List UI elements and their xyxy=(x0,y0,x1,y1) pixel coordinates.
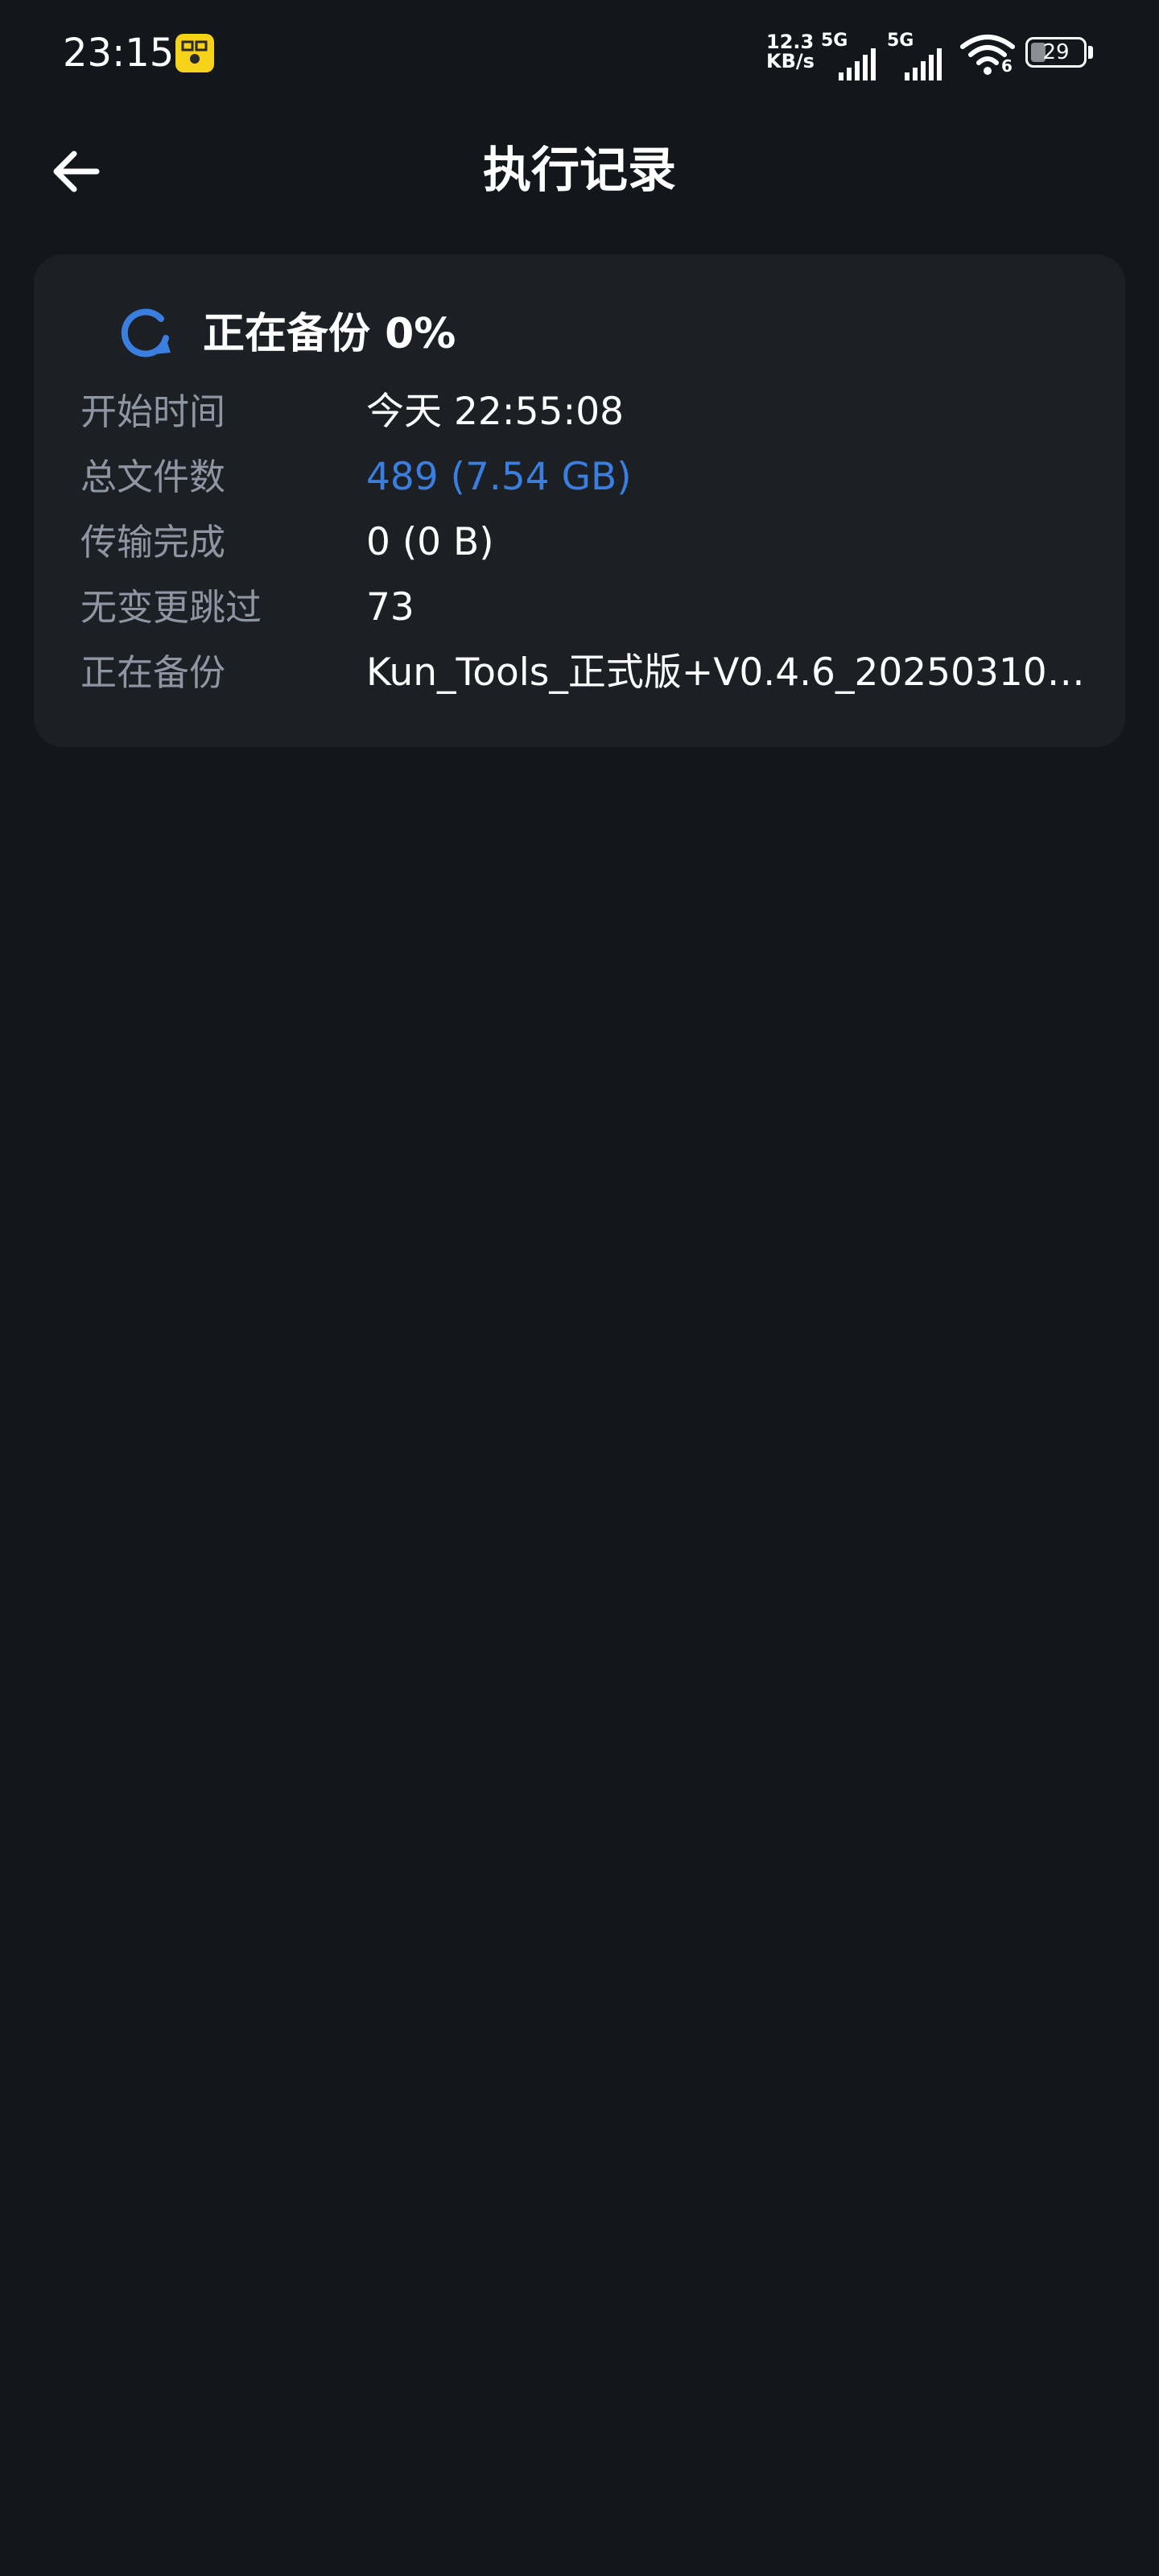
detail-label: 正在备份 xyxy=(80,651,226,694)
detail-value: 73 xyxy=(366,585,415,630)
app-notification-icon xyxy=(175,34,214,72)
detail-label: 开始时间 xyxy=(80,390,226,433)
status-time: 23:15 xyxy=(63,31,175,76)
loading-spinner-icon xyxy=(121,308,171,357)
network-speed: 12.3 KB/s xyxy=(766,32,815,71)
page-title: 执行记录 xyxy=(483,142,676,199)
detail-label: 传输完成 xyxy=(80,521,226,564)
total-files-link[interactable]: 489 (7.54 GB) xyxy=(366,453,632,502)
network-speed-unit: KB/s xyxy=(766,50,815,72)
battery-level: 29 xyxy=(1042,40,1070,64)
detail-row-skipped: 无变更跳过 73 xyxy=(80,577,1095,642)
battery-tip xyxy=(1088,46,1093,59)
execution-record-card[interactable]: 正在备份 0% 开始时间 今天 22:55:08 总文件数 489 (7.54 … xyxy=(34,254,1125,747)
detail-value: 今天 22:55:08 xyxy=(366,390,625,434)
detail-value: 0 (0 B) xyxy=(366,520,494,564)
network-speed-value: 12.3 xyxy=(766,31,815,53)
battery-icon: 29 xyxy=(1025,37,1087,68)
signal-bars-icon xyxy=(839,48,876,80)
signal-bars-icon xyxy=(905,48,942,80)
backup-status-text: 正在备份 0% xyxy=(203,310,456,358)
detail-label: 总文件数 xyxy=(80,456,226,498)
top-app-bar: 执行记录 xyxy=(0,121,1159,217)
current-file-name: Kun_Tools_正式版+V0.4.6_20250310.zip xyxy=(366,650,1091,695)
record-details: 开始时间 今天 22:55:08 总文件数 489 (7.54 GB) 传输完成… xyxy=(80,382,1095,708)
status-bar: 23:15 12.3 KB/s 5G 5G 6 29 xyxy=(0,0,1159,105)
detail-row-transferred: 传输完成 0 (0 B) xyxy=(80,512,1095,577)
detail-row-current-file: 正在备份 Kun_Tools_正式版+V0.4.6_20250310.zip xyxy=(80,642,1095,708)
detail-row-start-time: 开始时间 今天 22:55:08 xyxy=(80,382,1095,447)
detail-row-total-files: 总文件数 489 (7.54 GB) xyxy=(80,447,1095,512)
wifi-icon: 6 xyxy=(959,32,1016,80)
wifi-generation: 6 xyxy=(1001,56,1013,76)
record-status-header: 正在备份 0% xyxy=(82,304,1048,377)
detail-label: 无变更跳过 xyxy=(80,586,262,629)
